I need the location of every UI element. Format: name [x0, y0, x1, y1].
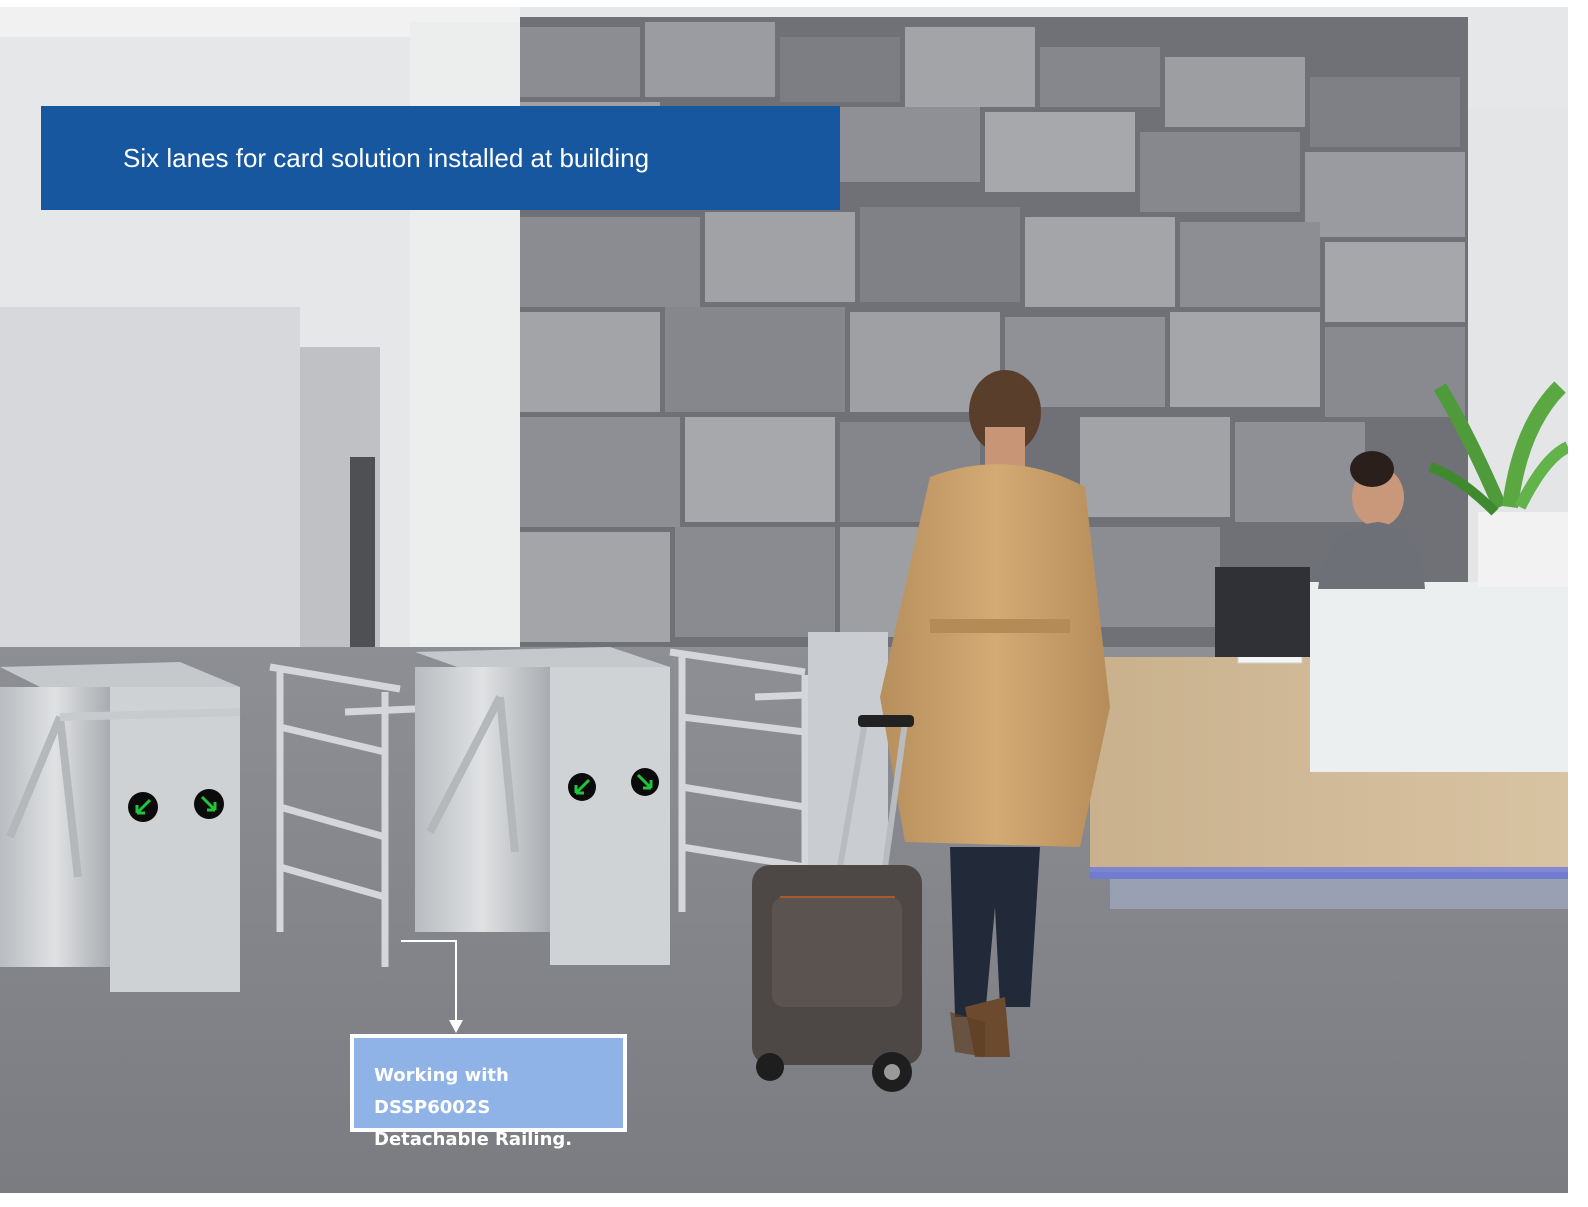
lobby-photo: Six lanes for card solution installed at… — [0, 7, 1568, 1193]
callout-line-2: Detachable Railing. — [374, 1129, 573, 1150]
callout-connector — [401, 940, 457, 942]
title-banner: Six lanes for card solution installed at… — [41, 106, 840, 210]
callout-line-1: Working with DSSP6002S — [374, 1065, 509, 1118]
railing-callout: Working with DSSP6002S Detachable Railin… — [350, 1034, 627, 1150]
turnstile-1 — [0, 662, 241, 992]
callout-connector-vertical — [455, 940, 457, 1022]
arrow-down-icon — [449, 1020, 463, 1033]
turnstile-2 — [415, 647, 670, 965]
title-text: Six lanes for card solution installed at… — [123, 142, 650, 173]
